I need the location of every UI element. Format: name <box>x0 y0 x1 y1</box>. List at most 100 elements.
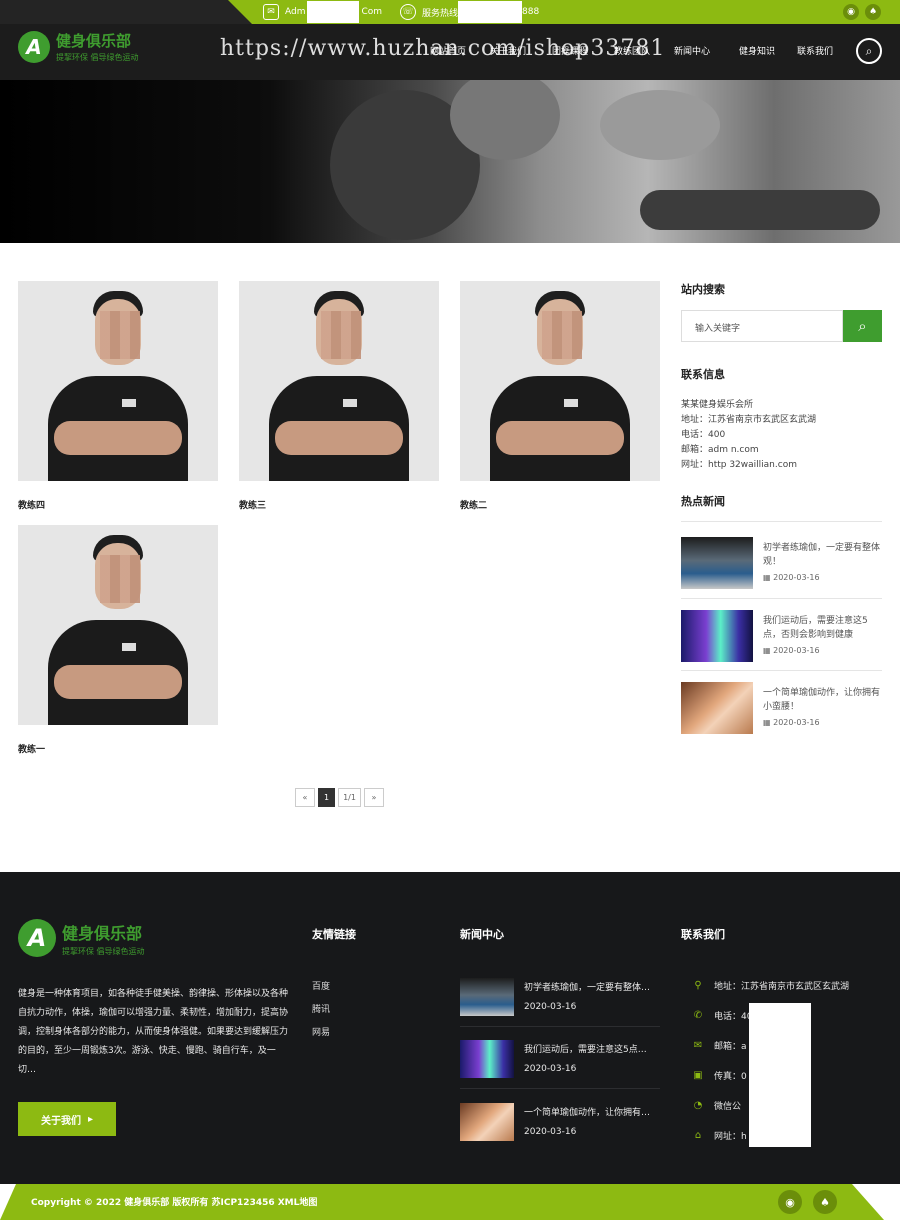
coach-photo[interactable] <box>18 281 218 481</box>
news-title[interactable]: 我们运动后，需要注意这5点，否则会影响到健康 <box>763 614 881 642</box>
pagination-page-1[interactable]: 1 <box>318 788 335 807</box>
sidebar-news-item[interactable]: 我们运动后，需要注意这5点，否则会影响到健康 ▦ 2020-03-16 <box>681 610 882 666</box>
coach-card[interactable]: 教练二 <box>460 281 660 511</box>
sidebar-news-title: 热点新闻 <box>681 495 725 508</box>
divider <box>460 1088 660 1089</box>
news-date: 2020-03-16 <box>524 1002 577 1012</box>
phone-icon: ✆ <box>693 1010 703 1021</box>
footer-link-tencent[interactable]: 腾讯 <box>312 1002 330 1015</box>
footer-contact-address: ⚲ 地址：江苏省南京市玄武区玄武湖 <box>692 979 849 992</box>
contact-email: 邮箱：adm n.com <box>681 445 759 455</box>
search-input[interactable]: 输入关键字 <box>681 310 843 342</box>
copyright-text: Copyright © 2022 健身俱乐部 版权所有 苏ICP123456 X… <box>31 1198 318 1208</box>
coach-name[interactable]: 教练二 <box>460 498 660 511</box>
coach-photo[interactable] <box>239 281 439 481</box>
redaction-box <box>458 1 523 23</box>
location-icon: ⚲ <box>694 980 702 991</box>
footer-contact-fax: ▣ 传真：0 <box>692 1069 747 1082</box>
footer-news-item[interactable]: 我们运动后，需要注意这5点… 2020-03-16 <box>460 1040 660 1080</box>
qq-icon[interactable]: ♠ <box>813 1190 837 1214</box>
nav-knowledge[interactable]: 健身知识 <box>739 44 775 57</box>
coach-photo[interactable] <box>460 281 660 481</box>
banner-floor <box>640 190 880 230</box>
hero-banner <box>0 80 900 243</box>
sidebar-news-item[interactable]: 初学者练瑜伽，一定要有整体观！ ▦ 2020-03-16 <box>681 537 882 593</box>
footer-contact-text: 微信公 <box>714 1102 742 1112</box>
search-button[interactable]: ⌕ <box>843 310 882 342</box>
news-thumbnail[interactable] <box>460 1040 514 1078</box>
news-title[interactable]: 初学者练瑜伽，一定要有整体… <box>524 980 660 993</box>
top-phone-suffix: 888 <box>522 7 540 17</box>
search-icon[interactable]: ⌕ <box>856 38 882 64</box>
chevron-right-icon: ▸ <box>87 1113 93 1125</box>
coach-photo[interactable] <box>18 525 218 725</box>
contact-address: 地址：江苏省南京市玄武区玄武湖 <box>681 415 817 425</box>
contact-phone: 电话：400 <box>681 430 726 440</box>
site-logo[interactable]: A 健身俱乐部 提挈环保 倡导绿色运动 <box>18 30 139 63</box>
coach-card[interactable]: 教练三 <box>239 281 439 511</box>
coach-name[interactable]: 教练一 <box>18 742 218 755</box>
news-thumbnail[interactable] <box>460 1103 514 1141</box>
footer-news-item[interactable]: 初学者练瑜伽，一定要有整体… 2020-03-16 <box>460 978 660 1018</box>
coach-card[interactable]: 教练四 <box>18 281 218 511</box>
weibo-icon[interactable]: ◉ <box>778 1190 802 1214</box>
envelope-icon: ✉ <box>263 4 279 20</box>
nav-contact[interactable]: 联系我们 <box>797 44 833 57</box>
copyright-bar: Copyright © 2022 健身俱乐部 版权所有 苏ICP123456 X… <box>0 1184 884 1220</box>
news-thumbnail[interactable] <box>681 610 753 662</box>
header: A 健身俱乐部 提挈环保 倡导绿色运动 网站首页 关于我们 团操课程 教练团队 … <box>0 24 900 80</box>
news-title[interactable]: 一个简单瑜伽动作，让你拥有… <box>524 1105 660 1118</box>
footer-news-title: 新闻中心 <box>460 928 504 941</box>
calendar-icon: ▦ <box>763 718 774 727</box>
pagination-next-button[interactable]: » <box>364 788 384 807</box>
weibo-icon[interactable]: ◉ <box>843 4 859 20</box>
calendar-icon: ▦ <box>763 646 774 655</box>
wechat-icon: ◔ <box>693 1100 703 1111</box>
news-thumbnail[interactable] <box>681 682 753 734</box>
footer-link-baidu[interactable]: 百度 <box>312 979 330 992</box>
footer-news-item[interactable]: 一个简单瑜伽动作，让你拥有… 2020-03-16 <box>460 1103 660 1143</box>
footer-link-netease[interactable]: 网易 <box>312 1025 330 1038</box>
top-email: ✉ Adm Com <box>263 1 383 23</box>
calendar-icon: ▦ <box>763 573 774 582</box>
news-date-text: 2020-03-16 <box>773 646 820 655</box>
coach-card[interactable]: 教练一 <box>18 525 218 755</box>
qq-icon[interactable]: ♠ <box>865 4 881 20</box>
logo-mark-icon: A <box>18 919 56 957</box>
fax-icon: ▣ <box>693 1070 703 1081</box>
watermark-text: https://www.huzhan.com/ishop33781 <box>220 36 666 61</box>
footer-links-title: 友情链接 <box>312 928 356 941</box>
about-us-button[interactable]: 关于我们 ▸ <box>18 1102 116 1136</box>
search-icon: ⌕ <box>858 317 867 335</box>
news-thumbnail[interactable] <box>460 978 514 1016</box>
banner-figure <box>600 90 720 160</box>
footer-logo[interactable]: A 健身俱乐部 提挈环保 倡导绿色运动 <box>18 919 145 957</box>
logo-slogan: 提挈环保 倡导绿色运动 <box>56 53 139 62</box>
pagination-info: 1/1 <box>338 788 361 807</box>
news-title[interactable]: 我们运动后，需要注意这5点… <box>524 1042 660 1055</box>
logo-title: 健身俱乐部 <box>56 32 132 50</box>
news-thumbnail[interactable] <box>681 537 753 589</box>
nav-news[interactable]: 新闻中心 <box>674 44 710 57</box>
pagination-prev-button[interactable]: « <box>295 788 315 807</box>
footer-contact-title: 联系我们 <box>681 928 725 941</box>
coach-name[interactable]: 教练三 <box>239 498 439 511</box>
footer-contact-text: 电话：40 <box>714 1012 753 1022</box>
phone-icon: ☏ <box>400 4 416 20</box>
contact-company: 某某健身娱乐会所 <box>681 400 754 410</box>
top-phone-prefix: 服务热线 <box>422 8 459 19</box>
news-title[interactable]: 一个简单瑜伽动作，让你拥有小蛮腰！ <box>763 686 881 714</box>
footer-contact-text: 传真：0 <box>714 1072 747 1082</box>
redaction-box <box>749 1003 811 1147</box>
top-phone: ☏ 服务热线 888 <box>400 1 540 23</box>
top-email-suffix: Com <box>361 7 383 17</box>
footer-contact-text: 地址：江苏省南京市玄武区玄武湖 <box>714 982 850 992</box>
sidebar-news-item[interactable]: 一个简单瑜伽动作，让你拥有小蛮腰！ ▦ 2020-03-16 <box>681 682 882 738</box>
redaction-box <box>307 1 360 23</box>
news-date-text: 2020-03-16 <box>773 718 820 727</box>
footer-about-text: 健身是一种体育项目，如各种徒手健美操、韵律操、形体操以及各种自抗力动作，体操，瑜… <box>18 989 289 1075</box>
news-date: 2020-03-16 <box>524 1064 577 1074</box>
coach-name[interactable]: 教练四 <box>18 498 218 511</box>
divider <box>681 670 882 671</box>
news-title[interactable]: 初学者练瑜伽，一定要有整体观！ <box>763 541 881 569</box>
